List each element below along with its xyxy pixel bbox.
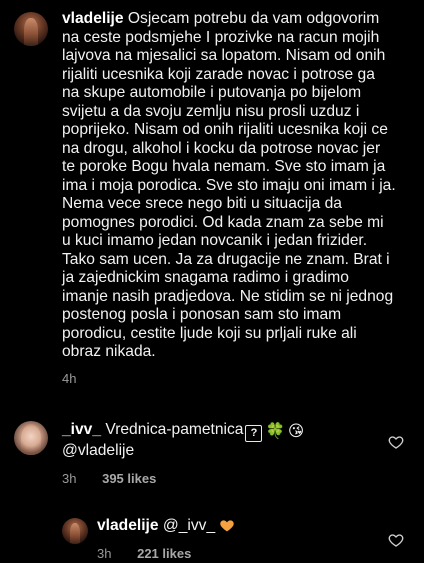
post-caption-text: svijetu a da svoju zemlju nisu prosli uz… bbox=[62, 102, 360, 120]
post-caption-line: ja zajednickim snagama radimo i gradimo bbox=[62, 269, 416, 288]
post-caption-text: pomognes porodici. Od kada znam za sebe … bbox=[62, 213, 384, 231]
post-caption-line: Tako sam ucen. Ja za drugacije ne znam. … bbox=[62, 251, 416, 270]
comment-meta: 3h 395 likes bbox=[62, 471, 156, 486]
post-caption-line: poprijeko. Nisam od onih rijaliti ucesni… bbox=[62, 121, 416, 140]
post-caption-text: rijaliti ucesnika koji zarade novac i po… bbox=[62, 65, 375, 83]
question-mark-box-icon: ? bbox=[245, 425, 263, 442]
comment-like-heart-icon[interactable] bbox=[388, 434, 404, 450]
post-caption-line: u kuci imamo jedan novcanik i jedan friz… bbox=[62, 232, 416, 251]
post-caption-line: te poroke Bogu hvala nemam. Sve sto imam… bbox=[62, 158, 416, 177]
post-caption-text: Osjecam potrebu da vam odgovorim bbox=[127, 10, 380, 27]
post-caption-line: lajvova na mjesalici sa lopatom. Nisam o… bbox=[62, 47, 416, 66]
post-caption-text: u kuci imamo jedan novcanik i jedan friz… bbox=[62, 232, 368, 249]
post-caption-line: pomognes porodici. Od kada znam za sebe … bbox=[62, 214, 416, 233]
post-avatar[interactable] bbox=[14, 12, 48, 46]
post-caption-line: imanje nasih pradjedova. Ne stidim se ni… bbox=[62, 288, 416, 307]
comment-likes[interactable]: 395 likes bbox=[102, 471, 156, 486]
reply-likes[interactable]: 221 likes bbox=[137, 546, 191, 561]
reply-avatar[interactable] bbox=[62, 518, 88, 544]
post-caption-text: porodicu, cestite ljude koji su prljali … bbox=[62, 324, 357, 342]
comment-text: Vrednica-pametnica bbox=[105, 421, 244, 438]
post-caption-text: postenog posla i ponosan sam sto imam bbox=[62, 306, 342, 323]
reply-body: vladelije @_ivv_ bbox=[97, 517, 367, 536]
post-caption-text: te poroke Bogu hvala nemam. Sve sto imam… bbox=[62, 158, 386, 175]
post-caption-text: obraz nikada. bbox=[62, 343, 156, 360]
post-caption-text: poprijeko. Nisam od onih rijaliti ucesni… bbox=[62, 121, 388, 138]
reply-meta: 3h 221 likes bbox=[97, 546, 191, 561]
avatar-figure bbox=[21, 424, 41, 455]
post-caption-text: na skupe automobile i putovanja po bijel… bbox=[62, 84, 362, 101]
post-caption-line: na skupe automobile i putovanja po bijel… bbox=[62, 84, 416, 103]
post-caption-text: na drogu, alkohol i kocku da potrose nov… bbox=[62, 139, 381, 157]
comment-mention[interactable]: @vladelije bbox=[62, 442, 372, 461]
post-caption-text: lajvova na mjesalici sa lopatom. Nisam o… bbox=[62, 47, 386, 64]
post-caption-text: imanje nasih pradjedova. Ne stidim se ni… bbox=[62, 287, 394, 305]
post-time: 4h bbox=[62, 371, 77, 386]
post-caption-line: postenog posla i ponosan sam sto imam bbox=[62, 306, 416, 325]
post-caption-line: svijetu a da svoju zemlju nisu prosli uz… bbox=[62, 103, 416, 122]
comment-avatar[interactable] bbox=[14, 421, 48, 455]
post-caption-line: rijaliti ucesnika koji zarade novac i po… bbox=[62, 66, 416, 85]
post-caption-line: obraz nikada. bbox=[62, 343, 416, 362]
kiss-face-emoji-icon: 😘 bbox=[287, 423, 305, 440]
post-caption-line: ima i moja porodica. Sve sto imaju oni i… bbox=[62, 177, 416, 196]
avatar-figure bbox=[69, 522, 81, 544]
reply-username[interactable]: vladelije bbox=[97, 517, 159, 534]
post-caption-line: na drogu, alkohol i kocku da potrose nov… bbox=[62, 140, 416, 159]
post-meta: 4h bbox=[62, 371, 76, 386]
avatar-figure bbox=[24, 18, 38, 46]
reply-time: 3h bbox=[97, 546, 112, 561]
post-caption-line: na ceste podsmjehe I prozivke na racun m… bbox=[62, 29, 416, 48]
clover-emoji-icon: 🍀 bbox=[265, 423, 285, 440]
reply-like-heart-icon[interactable] bbox=[388, 532, 404, 548]
reply-mention[interactable]: @_ivv_ bbox=[163, 517, 215, 534]
post-caption-text: Nema vece srece nego biti u situacija da bbox=[62, 195, 342, 212]
post-caption: vladelije Osjecam potrebu da vam odgovor… bbox=[62, 10, 416, 362]
post-caption-text: ima i moja porodica. Sve sto imaju oni i… bbox=[62, 176, 396, 194]
post-username[interactable]: vladelije bbox=[62, 10, 124, 27]
comment-username[interactable]: _ivv_ bbox=[62, 421, 101, 438]
post-caption-text: ja zajednickim snagama radimo i gradimo bbox=[62, 269, 349, 286]
comment-body: _ivv_ Vrednica-pametnica? 🍀 😘 @vladelije bbox=[62, 421, 372, 461]
post-caption-line: Nema vece srece nego biti u situacija da bbox=[62, 195, 416, 214]
post-caption-line: porodicu, cestite ljude koji su prljali … bbox=[62, 325, 416, 344]
orange-heart-icon bbox=[220, 520, 234, 532]
post-caption-text: Tako sam ucen. Ja za drugacije ne znam. … bbox=[62, 250, 390, 268]
post-caption-text: na ceste podsmjehe I prozivke na racun m… bbox=[62, 28, 380, 46]
post-caption-line: vladelije Osjecam potrebu da vam odgovor… bbox=[62, 10, 416, 29]
comment-time: 3h bbox=[62, 471, 77, 486]
